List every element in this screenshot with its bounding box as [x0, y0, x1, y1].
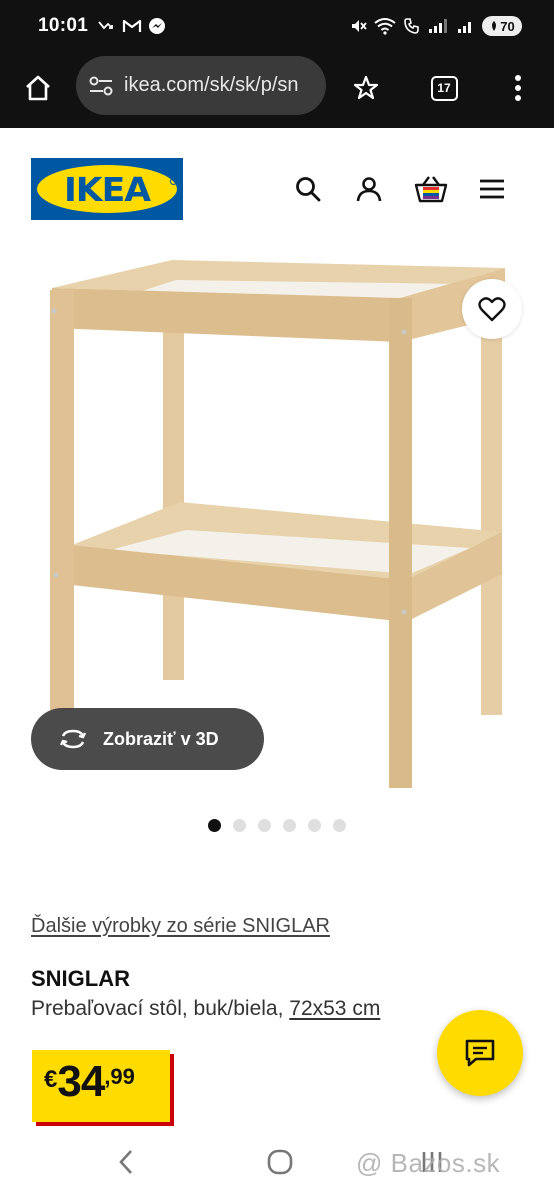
cart-button[interactable]	[413, 171, 449, 207]
price-tag: € 34 ,99	[32, 1050, 170, 1122]
heart-icon	[478, 297, 506, 322]
signal-icon-2	[458, 22, 471, 33]
browser-menu-button[interactable]	[498, 68, 538, 108]
carousel-dot[interactable]	[333, 819, 346, 832]
cart-icon	[414, 176, 448, 203]
battery-saver-icon	[492, 21, 497, 31]
address-bar[interactable]: ikea.com/sk/sk/p/sn	[76, 56, 326, 115]
rotate-3d-icon	[59, 729, 87, 749]
bolt	[401, 609, 407, 615]
bolt	[401, 329, 407, 335]
menu-button[interactable]	[474, 171, 510, 207]
product-description-text: Prebaľovací stôl, buk/biela,	[31, 997, 290, 1020]
account-icon	[356, 177, 382, 202]
carousel-dot-active[interactable]	[208, 819, 221, 832]
home-icon	[26, 75, 50, 101]
product-description: Prebaľovací stôl, buk/biela, 72x53 cm	[31, 997, 380, 1021]
bolt	[53, 572, 59, 578]
carousel-dot[interactable]	[283, 819, 296, 832]
logo-oval: IKEA	[37, 165, 177, 213]
status-system-icons: 70	[349, 16, 522, 36]
wifi-icon	[374, 18, 396, 35]
series-link[interactable]: Ďalšie výrobky zo série SNIGLAR	[31, 915, 330, 938]
bookmark-star-icon	[353, 75, 379, 100]
front-left-leg	[50, 290, 74, 710]
nav-home-button[interactable]	[262, 1144, 298, 1180]
price-decimal: ,99	[104, 1064, 135, 1089]
back-right-leg	[481, 335, 502, 715]
missed-call-icon	[98, 21, 113, 30]
browser-toolbar: ikea.com/sk/sk/p/sn 17	[0, 52, 554, 128]
call-icon	[404, 18, 419, 34]
tab-switcher-button[interactable]: 17	[424, 68, 464, 108]
watermark: @ Bazos.sk	[356, 1148, 501, 1178]
carousel-dot[interactable]	[258, 819, 271, 832]
chat-button[interactable]	[437, 1010, 523, 1096]
back-icon	[119, 1150, 132, 1174]
bookmark-button[interactable]	[346, 68, 386, 108]
home-circle-icon	[267, 1149, 293, 1175]
bolt	[51, 308, 57, 314]
status-time: 10:01	[38, 15, 89, 36]
site-settings-icon	[89, 76, 113, 95]
carousel-dot[interactable]	[308, 819, 321, 832]
battery-icon: 70	[482, 16, 522, 36]
search-button[interactable]	[290, 171, 326, 207]
registered-mark	[170, 178, 177, 185]
gmail-icon	[122, 19, 142, 32]
carousel-dot[interactable]	[233, 819, 246, 832]
price-currency: €	[44, 1066, 58, 1093]
price-integer: 34	[57, 1057, 105, 1106]
battery-level: 70	[500, 18, 515, 34]
view-in-3d-label: Zobraziť v 3D	[103, 728, 219, 749]
tab-count: 17	[437, 81, 451, 95]
status-bar: 10:01 70	[0, 0, 554, 52]
chat-icon	[465, 1039, 495, 1067]
search-icon	[296, 177, 321, 202]
nav-back-button[interactable]	[108, 1144, 144, 1180]
view-in-3d-button[interactable]: Zobraziť v 3D	[31, 708, 264, 770]
status-notification-icons	[98, 17, 166, 35]
account-button[interactable]	[351, 171, 387, 207]
hamburger-menu-icon	[480, 179, 504, 199]
signal-icon	[429, 19, 447, 33]
front-right-leg	[389, 298, 412, 788]
product-dimensions-link[interactable]: 72x53 cm	[289, 997, 380, 1020]
ikea-logo[interactable]: IKEA	[31, 158, 183, 220]
url-text: ikea.com/sk/sk/p/sn	[124, 74, 299, 96]
add-to-favourites-button[interactable]	[462, 279, 522, 339]
image-carousel-indicator	[208, 819, 346, 832]
mute-icon	[352, 20, 367, 32]
more-menu-icon	[515, 75, 521, 101]
messenger-icon	[149, 18, 165, 34]
product-name: SNIGLAR	[31, 966, 130, 991]
browser-home-button[interactable]	[18, 68, 58, 108]
logo-text: IKEA	[63, 169, 151, 209]
tabs-icon: 17	[430, 75, 458, 101]
